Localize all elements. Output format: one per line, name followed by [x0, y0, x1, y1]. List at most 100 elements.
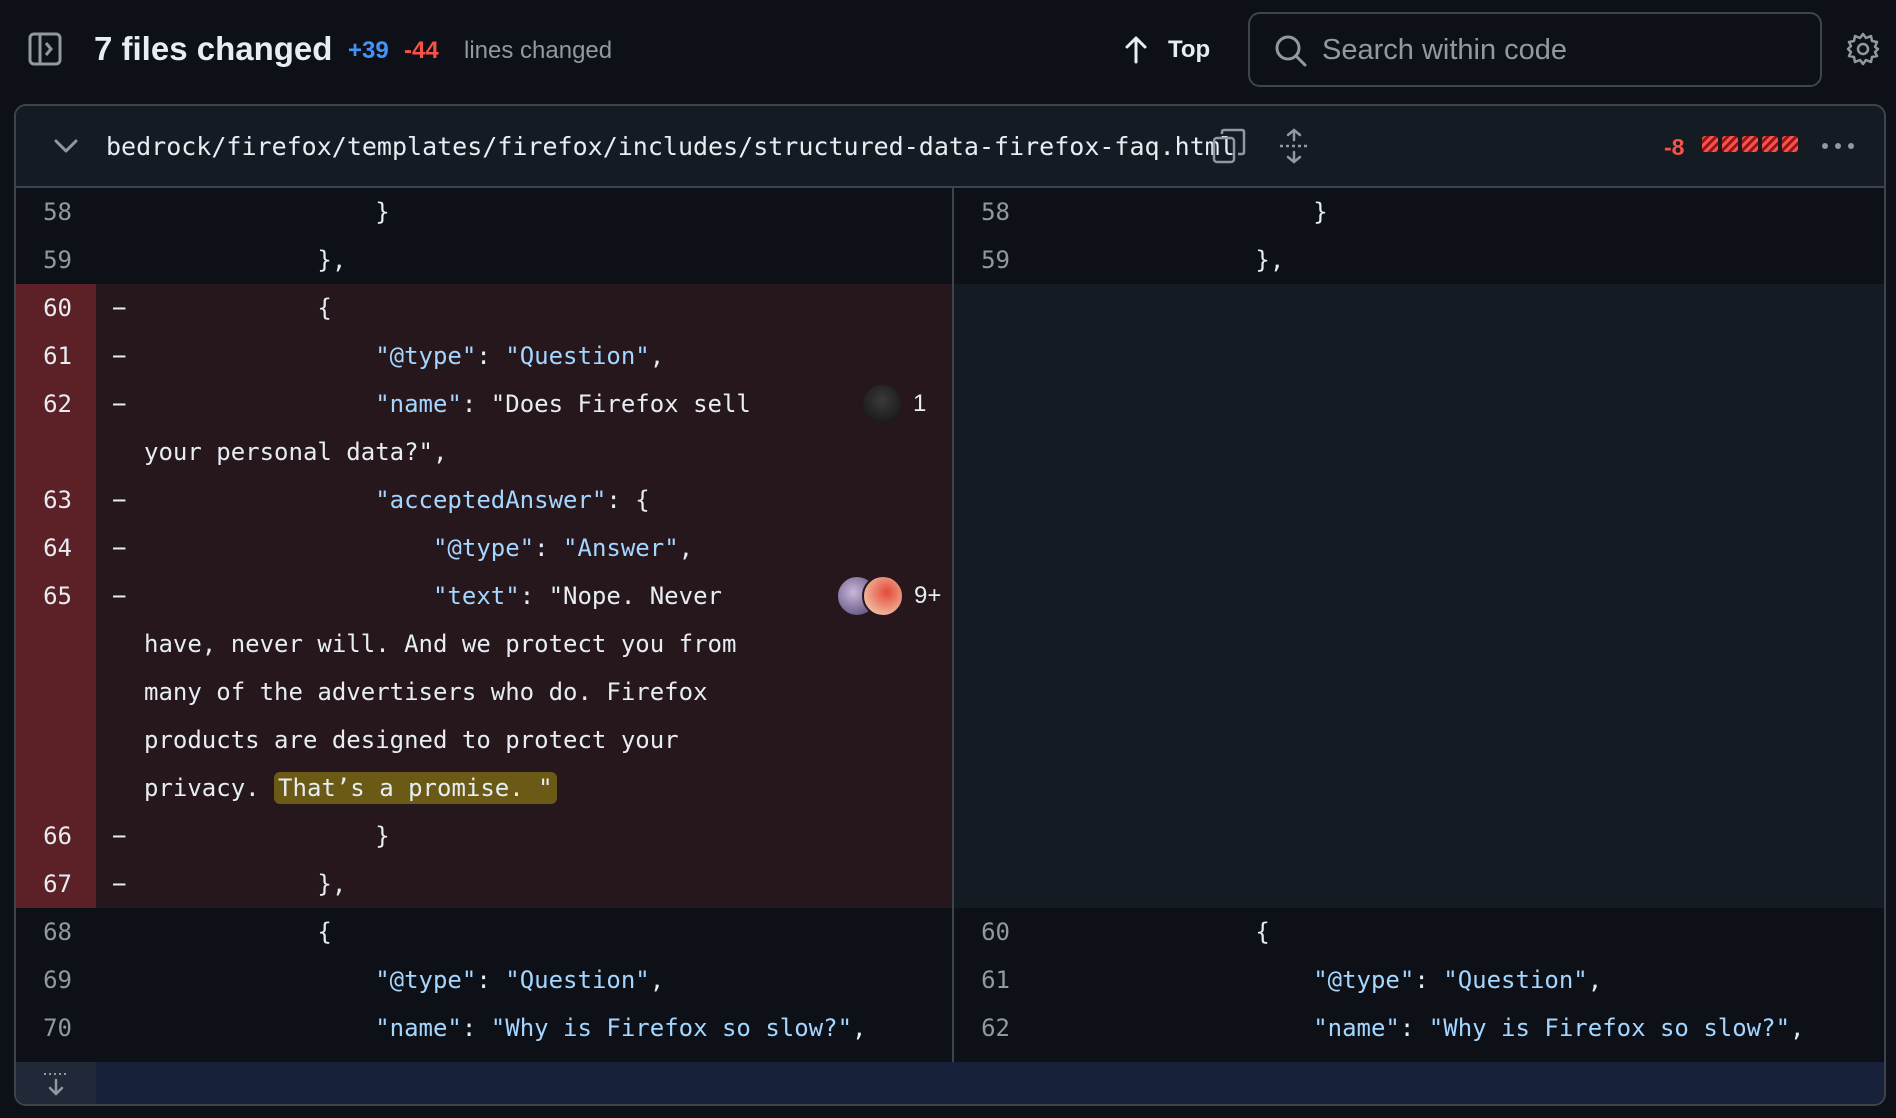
code-text: { — [144, 918, 332, 946]
deletion-block — [1722, 136, 1738, 152]
more-options-icon[interactable] — [1820, 136, 1856, 156]
additions-count: +39 — [348, 37, 389, 64]
deleted-line: many of the advertisers who do. Firefox — [16, 668, 952, 716]
deletion-block — [1782, 136, 1798, 152]
code-text: "name": "Does Firefox sell — [375, 390, 751, 418]
deleted-line: your personal data?", — [16, 428, 952, 476]
code-text: } — [144, 822, 390, 850]
empty-diff-space — [954, 284, 1884, 908]
expand-below-button[interactable] — [16, 1062, 96, 1104]
code-text: }, — [144, 870, 347, 898]
line-number[interactable]: 60 — [16, 284, 96, 332]
context-line: 59 }, — [954, 236, 1884, 284]
deletion-marker: − — [112, 582, 127, 610]
diff-right-side: 58 } 59 }, 60 {61 "@type": "Question", 62 "… — [954, 188, 1884, 1062]
deleted-line: 60− { — [16, 284, 952, 332]
context-line: 61 "@type": "Question", — [954, 956, 1884, 1004]
arrow-up-icon — [1125, 36, 1147, 64]
line-number[interactable]: 70 — [16, 1004, 96, 1052]
page-title: 7 files changed — [94, 30, 333, 67]
lines-changed-label: lines changed — [464, 37, 613, 64]
diff-body: 58 } 59 }, 60− {61− "@type": "Question", 62… — [16, 188, 1884, 1062]
deleted-line: 65− "text": "Nope. Never — [16, 572, 952, 620]
line-number — [16, 428, 96, 476]
deleted-line: have, never will. And we protect you fro… — [16, 620, 952, 668]
search-input[interactable] — [1322, 28, 1802, 72]
chevron-down-icon[interactable] — [52, 134, 80, 158]
line-number[interactable]: 58 — [16, 188, 96, 236]
file-path[interactable]: bedrock/firefox/templates/firefox/includ… — [106, 132, 1235, 161]
code-text: }, — [144, 246, 347, 274]
deleted-line: 62− "name": "Does Firefox sell — [16, 380, 952, 428]
code-text: have, never will. And we protect you fro… — [144, 630, 737, 658]
line-number[interactable]: 66 — [16, 812, 96, 860]
context-line: 58 } — [16, 188, 952, 236]
sidebar-toggle-icon[interactable] — [28, 32, 62, 66]
deleted-line: 64− "@type": "Answer", — [16, 524, 952, 572]
expand-row-fill — [96, 1062, 1884, 1104]
deletion-marker: − — [112, 822, 127, 850]
line-number[interactable]: 60 — [954, 908, 1034, 956]
code-text: "@type": "Question", — [375, 342, 665, 370]
line-number — [16, 668, 96, 716]
line-number[interactable]: 68 — [16, 908, 96, 956]
deletion-block — [1762, 136, 1778, 152]
line-number[interactable]: 64 — [16, 524, 96, 572]
expand-down-icon — [44, 1073, 68, 1096]
search-icon — [1275, 35, 1307, 67]
comment-thread-indicator[interactable]: 9+ — [836, 575, 941, 617]
deletion-marker: − — [112, 342, 127, 370]
line-number[interactable]: 59 — [16, 236, 96, 284]
code-text: "name": "Why is Firefox so slow?", — [1313, 1014, 1805, 1042]
gear-icon[interactable] — [1846, 32, 1880, 66]
line-number[interactable]: 67 — [16, 860, 96, 908]
deletion-indicator — [1702, 136, 1798, 152]
copy-icon[interactable] — [1212, 128, 1246, 164]
code-text: "acceptedAnswer": { — [375, 486, 650, 514]
comment-count: 1 — [913, 390, 927, 417]
deleted-line: 67− }, — [16, 860, 952, 908]
code-text: "@type": "Question", — [375, 966, 665, 994]
code-text: { — [1082, 918, 1270, 946]
top-button[interactable]: Top — [1124, 30, 1210, 70]
context-line: 59 }, — [16, 236, 952, 284]
line-number[interactable]: 62 — [16, 380, 96, 428]
deleted-line: 66− } — [16, 812, 952, 860]
code-text: "@type": "Answer", — [432, 534, 694, 562]
line-number[interactable]: 58 — [954, 188, 1034, 236]
context-line: 62 "name": "Why is Firefox so slow?", — [954, 1004, 1884, 1052]
top-button-label: Top — [1168, 36, 1211, 63]
deleted-line: 63− "acceptedAnswer": { — [16, 476, 952, 524]
deletion-block — [1702, 136, 1718, 152]
line-number — [16, 620, 96, 668]
comment-thread-indicator[interactable]: 1 — [861, 383, 926, 425]
deletion-marker: − — [112, 486, 127, 514]
line-number[interactable]: 59 — [954, 236, 1034, 284]
deletion-block — [1742, 136, 1758, 152]
line-number[interactable]: 63 — [16, 476, 96, 524]
deletions-count: -44 — [404, 37, 439, 64]
context-line: 60 { — [954, 908, 1884, 956]
line-number — [16, 716, 96, 764]
avatar — [861, 383, 903, 425]
avatar — [862, 575, 904, 617]
deletion-marker: − — [112, 390, 127, 418]
line-number[interactable]: 65 — [16, 572, 96, 620]
line-number[interactable]: 61 — [16, 332, 96, 380]
expand-all-icon[interactable] — [1278, 128, 1310, 164]
highlighted-change: That’s a promise. " — [274, 772, 557, 804]
diff-toolbar: 7 files changed +39 -44 lines changed To… — [0, 0, 1896, 104]
code-text: { — [144, 294, 332, 322]
deleted-line: 61− "@type": "Question", — [16, 332, 952, 380]
context-line: 58 } — [954, 188, 1884, 236]
file-diff: bedrock/firefox/templates/firefox/includ… — [14, 104, 1886, 1106]
line-number[interactable]: 62 — [954, 1004, 1034, 1052]
diff-left-side: 58 } 59 }, 60− {61− "@type": "Question", 62… — [16, 188, 952, 1062]
code-text: your personal data?", — [144, 438, 448, 466]
line-number[interactable]: 69 — [16, 956, 96, 1004]
line-number[interactable]: 61 — [954, 956, 1034, 1004]
code-text: privacy. That’s a promise. " — [144, 764, 932, 812]
search-box — [1248, 12, 1822, 87]
expand-below-row[interactable] — [16, 1062, 1884, 1104]
line-number — [16, 764, 96, 812]
